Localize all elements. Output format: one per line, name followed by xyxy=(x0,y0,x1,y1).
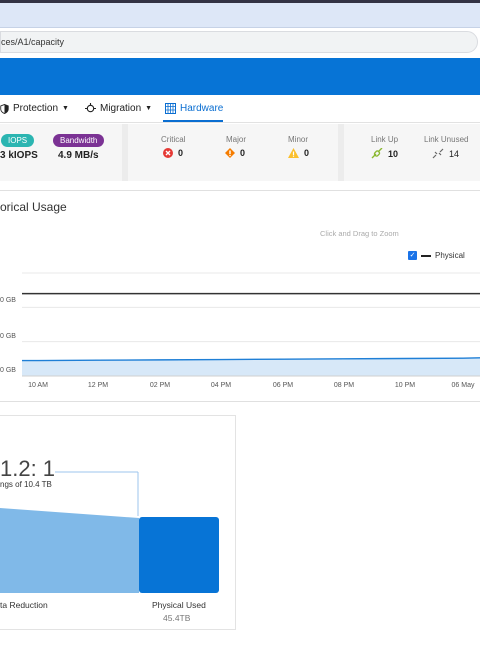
shield-icon xyxy=(0,103,9,114)
link-unused-value: 14 xyxy=(449,148,460,159)
browser-tab-bar xyxy=(0,0,480,28)
bandwidth-badge: Bandwidth xyxy=(53,134,105,147)
physical-used-value: 45.4TB xyxy=(163,613,191,623)
major-icon xyxy=(225,148,235,158)
minor-count: 0 xyxy=(288,148,309,158)
x-tick-label: 10 AM xyxy=(28,382,48,389)
address-bar[interactable]: ces/A1/capacity xyxy=(0,31,478,53)
major-label: Major xyxy=(226,135,247,144)
critical-icon xyxy=(163,148,173,158)
iops-badge: IOPS xyxy=(1,134,35,147)
major-count: 0 xyxy=(225,148,245,158)
stats-bar: IOPS 3 kIOPS Bandwidth 4.9 MB/s Critical… xyxy=(0,124,480,181)
physical-used-block xyxy=(139,517,219,593)
link-unused-count: 14 xyxy=(432,148,459,159)
link-up-value: 10 xyxy=(388,148,399,159)
minor-label: Minor xyxy=(288,135,309,144)
link-up-label: Link Up xyxy=(371,135,399,144)
y-tick-label: 0 GB xyxy=(0,367,16,374)
usage-chart[interactable]: 0 GB 0 GB 0 GB 10 AM 12 PM 02 PM 04 PM 06 PM 08 … xyxy=(0,191,480,403)
reduction-graphic xyxy=(0,471,219,593)
nav-hardware[interactable]: Hardware xyxy=(165,103,223,114)
bandwidth-value: 4.9 MB/s xyxy=(58,150,99,161)
data-reduction-area xyxy=(0,508,139,593)
critical-count: 0 xyxy=(163,148,183,158)
link-up-icon xyxy=(371,148,383,159)
y-tick-label: 0 GB xyxy=(0,297,16,304)
link-broken-icon xyxy=(432,148,444,159)
major-value: 0 xyxy=(240,148,246,158)
iops-value: 3 kIOPS xyxy=(0,150,38,161)
app-header xyxy=(0,58,480,95)
x-tick-label: 10 PM xyxy=(395,382,415,389)
critical-value: 0 xyxy=(178,148,184,158)
hardware-grid-icon xyxy=(165,103,176,114)
critical-label: Critical xyxy=(161,135,186,144)
nav-migration-label: Migration xyxy=(100,103,142,114)
nav-protection[interactable]: Protection ▼ xyxy=(0,103,69,114)
nav-protection-label: Protection xyxy=(13,103,59,114)
main-nav: Protection ▼ Migration ▼ Hardware xyxy=(0,95,480,123)
data-reduction-panel: 1.2: 1 ngs of 10.4 TB ta Reduction Physi… xyxy=(0,415,236,630)
x-tick-label: 06 May xyxy=(452,382,475,389)
performance-card[interactable]: IOPS 3 kIOPS Bandwidth 4.9 MB/s xyxy=(0,124,122,181)
link-unused-label: Link Unused xyxy=(424,135,469,144)
historical-usage-panel: orical Usage Click and Drag to Zoom ✓ Ph… xyxy=(0,190,480,402)
chevron-down-icon: ▼ xyxy=(62,105,69,112)
x-tick-label: 12 PM xyxy=(88,382,108,389)
ratio-leader-line xyxy=(55,471,139,516)
links-card[interactable]: Link Up 10 Link Unused 14 xyxy=(344,124,480,181)
link-up-count: 10 xyxy=(371,148,398,159)
physical-used-label: Physical Used xyxy=(152,600,206,610)
y-tick-label: 0 GB xyxy=(0,333,16,340)
x-tick-label: 02 PM xyxy=(150,382,170,389)
x-tick-label: 08 PM xyxy=(334,382,354,389)
nav-hardware-label: Hardware xyxy=(180,103,224,114)
nav-migration[interactable]: Migration ▼ xyxy=(85,103,152,114)
data-reduction-label: ta Reduction xyxy=(0,600,48,610)
chevron-down-icon: ▼ xyxy=(145,105,153,112)
minor-value: 0 xyxy=(304,148,310,158)
x-tick-label: 04 PM xyxy=(211,382,231,389)
migration-icon xyxy=(85,103,96,113)
alerts-card[interactable]: Critical 0 Major 0 Minor 0 xyxy=(128,124,338,181)
x-tick-label: 06 PM xyxy=(273,382,293,389)
minor-icon xyxy=(288,148,299,158)
active-tab-indicator xyxy=(163,120,223,122)
